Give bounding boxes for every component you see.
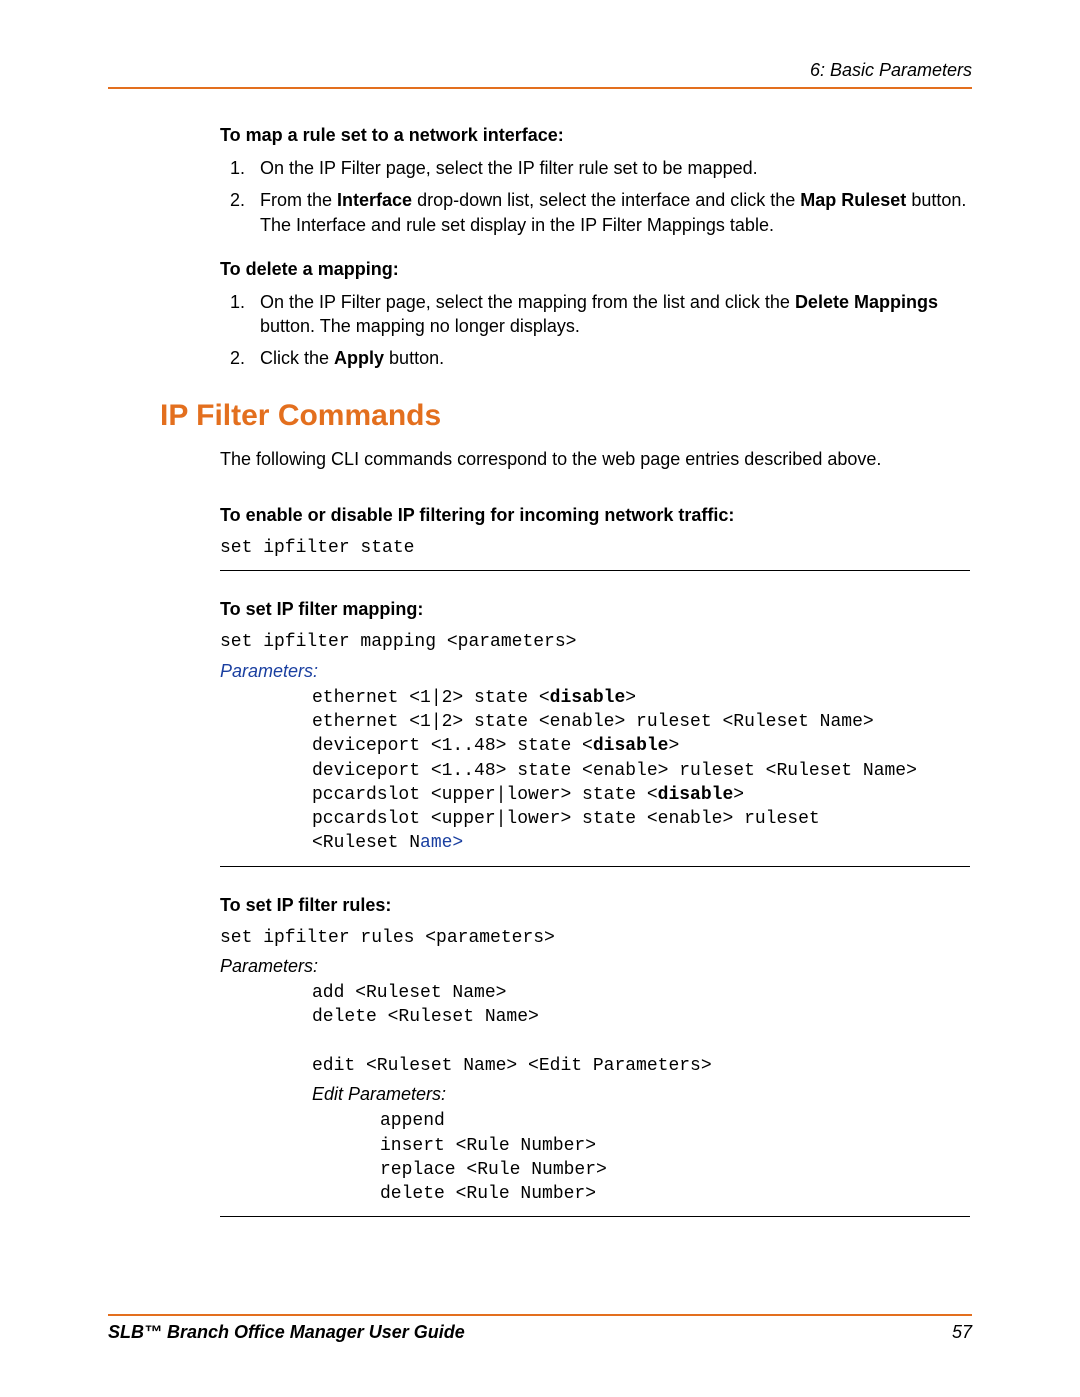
- text: From the: [260, 190, 337, 210]
- param-line: [312, 1030, 970, 1054]
- divider: [220, 1216, 970, 1217]
- cmd-title: To enable or disable IP filtering for in…: [220, 505, 970, 526]
- intro-paragraph: The following CLI commands correspond to…: [220, 447, 970, 471]
- text: >: [625, 688, 636, 708]
- delete-steps: On the IP Filter page, select the mappin…: [220, 290, 970, 371]
- text: deviceport <1..48> state <: [312, 736, 593, 756]
- delete-step-1: On the IP Filter page, select the mappin…: [250, 290, 970, 339]
- top-rule: [108, 87, 972, 89]
- param-line: deviceport <1..48> state <disable>: [312, 734, 970, 758]
- map-steps: On the IP Filter page, select the IP fil…: [220, 156, 970, 237]
- text: <Ruleset N: [312, 833, 420, 853]
- param-line: ethernet <1|2> state <disable>: [312, 686, 970, 710]
- edit-param-line: insert <Rule Number>: [380, 1134, 970, 1158]
- text-blue: ame>: [420, 833, 463, 853]
- param-line: pccardslot <upper|lower> state <enable> …: [312, 807, 970, 831]
- cmd-block-rules: To set IP filter rules: set ipfilter rul…: [220, 895, 970, 1218]
- text: >: [733, 785, 744, 805]
- edit-param-line: append: [380, 1109, 970, 1133]
- bold: Map Ruleset: [800, 190, 906, 210]
- param-line: add <Ruleset Name>: [312, 981, 970, 1005]
- edit-param-line: replace <Rule Number>: [380, 1158, 970, 1182]
- param-line: edit <Ruleset Name> <Edit Parameters>: [312, 1054, 970, 1078]
- edit-param-line: delete <Rule Number>: [380, 1182, 970, 1206]
- bold: Apply: [334, 348, 384, 368]
- map-heading: To map a rule set to a network interface…: [220, 125, 970, 146]
- text: On the IP Filter page, select the mappin…: [260, 292, 795, 312]
- cmd-block-enable: To enable or disable IP filtering for in…: [220, 505, 970, 571]
- bold: Interface: [337, 190, 412, 210]
- text: ethernet <1|2> state <: [312, 688, 550, 708]
- content-block: To map a rule set to a network interface…: [220, 125, 970, 1217]
- cmd-text: set ipfilter state: [220, 536, 970, 560]
- chapter-header: 6: Basic Parameters: [108, 60, 972, 81]
- params-label: Parameters:: [220, 661, 970, 682]
- bold: disable: [550, 688, 626, 708]
- cmd-text: set ipfilter rules <parameters>: [220, 926, 970, 950]
- text: button. The mapping no longer displays.: [260, 316, 580, 336]
- map-step-1: On the IP Filter page, select the IP fil…: [250, 156, 970, 180]
- footer-row: SLB™ Branch Office Manager User Guide 57: [108, 1322, 972, 1343]
- bold: Delete Mappings: [795, 292, 938, 312]
- map-step-2: From the Interface drop-down list, selec…: [250, 188, 970, 237]
- bold: disable: [658, 785, 734, 805]
- cmd-title: To set IP filter rules:: [220, 895, 970, 916]
- footer-title: SLB™ Branch Office Manager User Guide: [108, 1322, 465, 1343]
- param-line: delete <Ruleset Name>: [312, 1005, 970, 1029]
- page: 6: Basic Parameters To map a rule set to…: [0, 0, 1080, 1397]
- footer: SLB™ Branch Office Manager User Guide 57: [108, 1314, 972, 1343]
- text: button.: [384, 348, 444, 368]
- param-line: deviceport <1..48> state <enable> rulese…: [312, 759, 970, 783]
- bottom-rule: [108, 1314, 972, 1316]
- delete-step-2: Click the Apply button.: [250, 346, 970, 370]
- text: >: [668, 736, 679, 756]
- param-line: <Ruleset Name>: [312, 831, 970, 855]
- divider: [220, 570, 970, 571]
- param-line: ethernet <1|2> state <enable> ruleset <R…: [312, 710, 970, 734]
- cmd-title: To set IP filter mapping:: [220, 599, 970, 620]
- divider: [220, 866, 970, 867]
- text: pccardslot <upper|lower> state <: [312, 785, 658, 805]
- text: Click the: [260, 348, 334, 368]
- section-title-ip-filter-commands: IP Filter Commands: [160, 399, 970, 433]
- delete-heading: To delete a mapping:: [220, 259, 970, 280]
- param-line: pccardslot <upper|lower> state <disable>: [312, 783, 970, 807]
- edit-params-label: Edit Parameters:: [312, 1084, 970, 1105]
- params-label: Parameters:: [220, 956, 970, 977]
- cmd-text: set ipfilter mapping <parameters>: [220, 630, 970, 654]
- bold: disable: [593, 736, 669, 756]
- text: drop-down list, select the interface and…: [412, 190, 800, 210]
- page-number: 57: [952, 1322, 972, 1343]
- cmd-block-mapping: To set IP filter mapping: set ipfilter m…: [220, 599, 970, 866]
